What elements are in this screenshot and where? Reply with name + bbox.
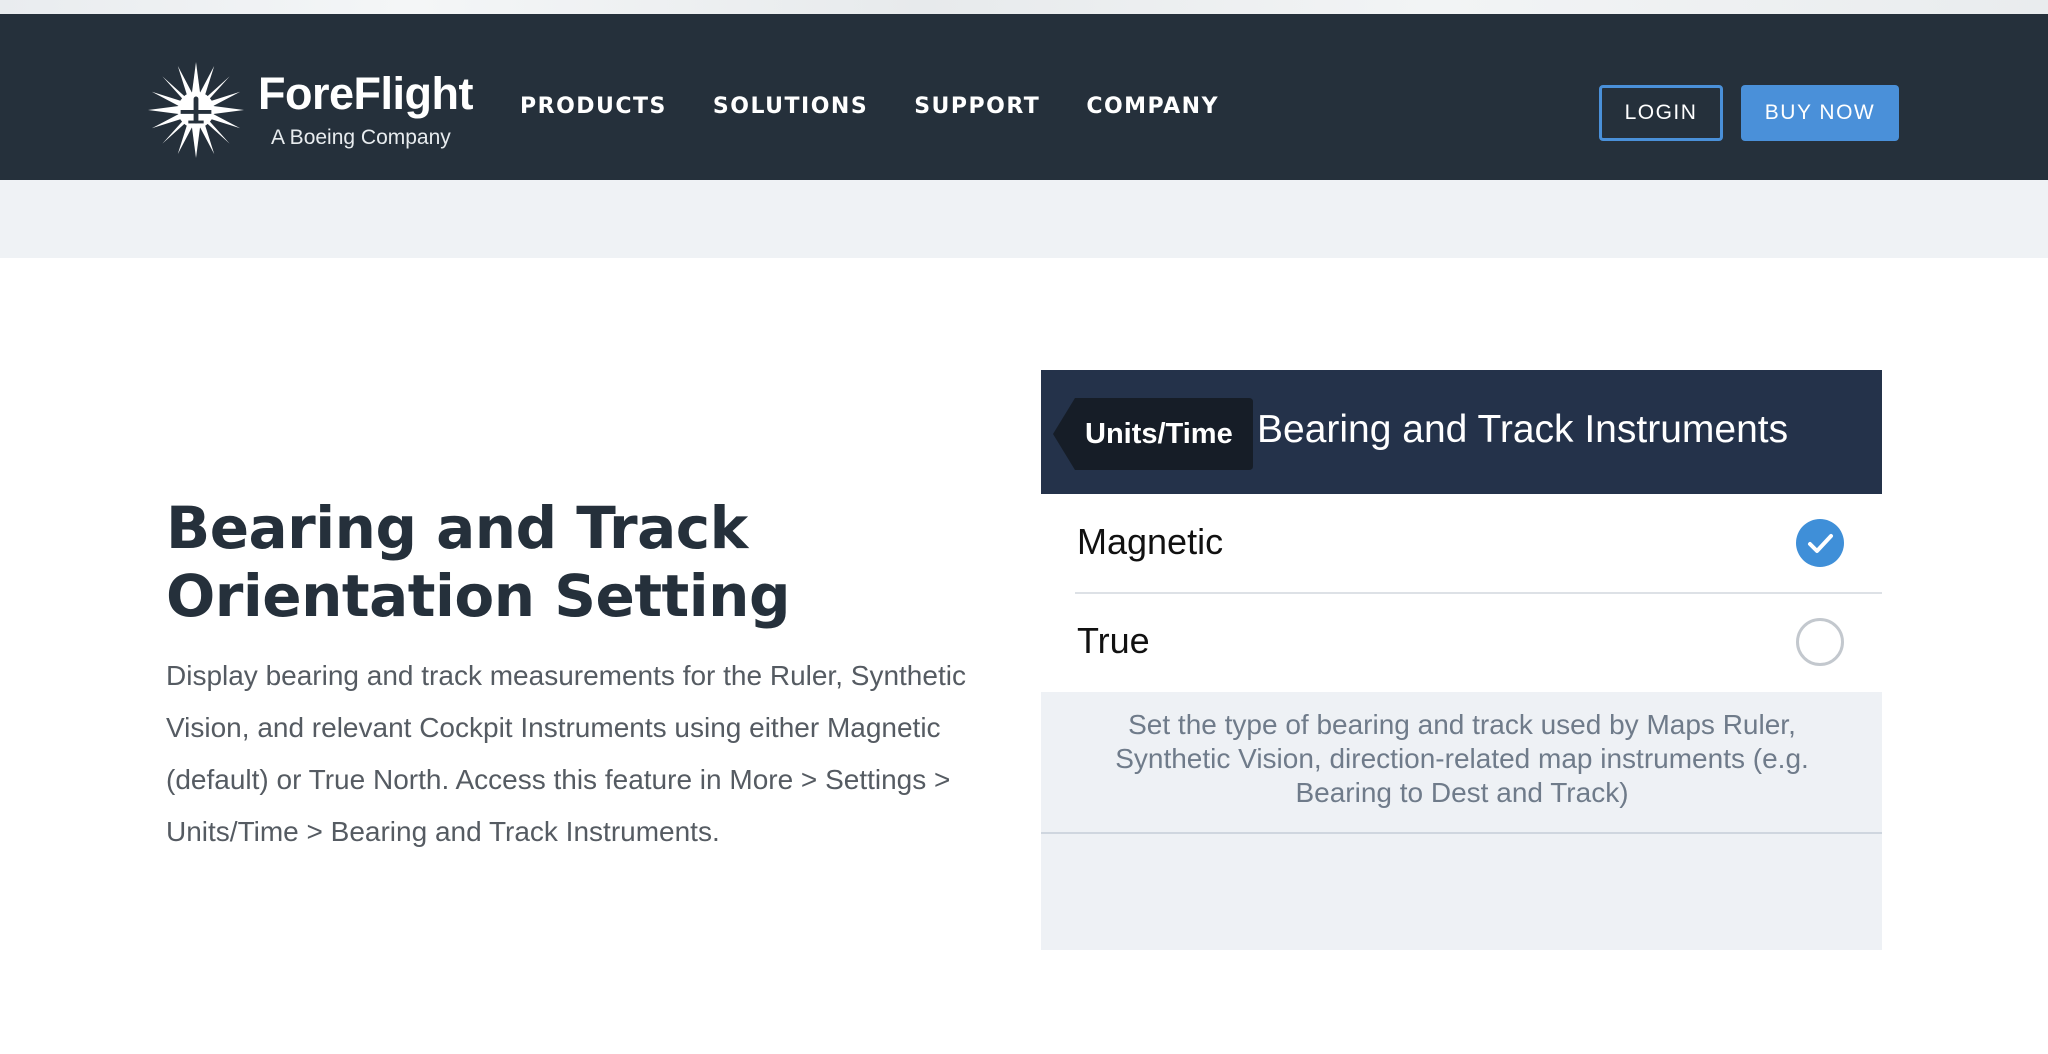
brand-subtitle: A Boeing Company [271, 126, 451, 149]
nav-support[interactable]: SUPPORT [914, 94, 1040, 119]
checkmark-circle-icon [1796, 519, 1844, 567]
nav-solutions[interactable]: SOLUTIONS [713, 94, 868, 119]
option-label: True [1077, 620, 1150, 661]
main-nav: PRODUCTS SOLUTIONS SUPPORT COMPANY [520, 94, 1265, 119]
option-true: True [1041, 593, 1882, 691]
feature-title: Bearing and Track Orientation Setting [166, 494, 790, 630]
foreflight-logo[interactable]: ForeFlight A Boeing Company [148, 46, 473, 158]
settings-screenshot: Units/Time Bearing and Track Instruments… [1041, 370, 1882, 950]
feature-description: Display bearing and track measurements f… [166, 660, 966, 847]
screenshot-footer-text: Set the type of bearing and track used b… [1115, 709, 1809, 808]
brand-name: ForeFlight [258, 68, 473, 119]
sun-airplane-logo-icon [148, 62, 244, 158]
option-label: Magnetic [1077, 521, 1224, 562]
option-list: Magnetic True [1041, 494, 1882, 692]
screenshot-title: Bearing and Track Instruments [1257, 408, 1789, 451]
top-strip [0, 0, 2048, 14]
login-button[interactable]: LOGIN [1599, 85, 1723, 141]
footer-divider [1041, 832, 1882, 834]
navbar: ForeFlight A Boeing Company PRODUCTS SOL… [0, 14, 2048, 180]
nav-products[interactable]: PRODUCTS [520, 94, 667, 119]
buy-now-button[interactable]: BUY NOW [1741, 85, 1899, 141]
screenshot-header: Units/Time Bearing and Track Instruments [1041, 370, 1882, 494]
back-button-label: Units/Time [1085, 418, 1233, 450]
empty-circle-icon [1796, 618, 1844, 666]
nav-company[interactable]: COMPANY [1086, 94, 1219, 119]
option-magnetic: Magnetic [1041, 494, 1882, 594]
back-button: Units/Time [1053, 398, 1253, 470]
sub-navigation-bar [0, 180, 2048, 258]
